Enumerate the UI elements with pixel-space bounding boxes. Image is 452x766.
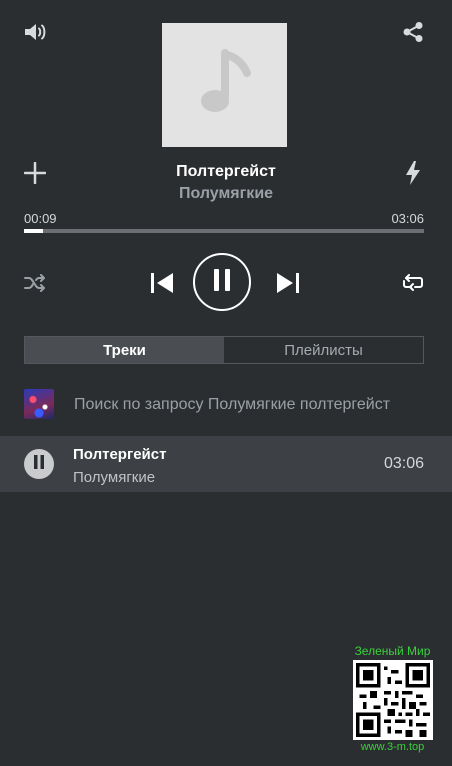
share-icon[interactable] [402,21,424,43]
skip-previous-icon[interactable] [150,272,174,294]
tab-playlists[interactable]: Плейлисты [224,337,423,363]
watermark: Зеленый Мир www.3-m.top [349,644,436,753]
track-duration: 03:06 [383,455,424,472]
current-time: 00:09 [24,211,57,226]
play-pause-button[interactable] [193,253,251,311]
track-title: Полтергейст [73,446,167,463]
track-artist: Полумягкие [73,469,156,486]
album-cover [162,23,287,147]
pause-icon [33,454,45,474]
tab-bar: Треки Плейлисты [24,336,424,364]
volume-icon[interactable] [24,22,48,42]
progress-bar[interactable] [24,229,424,233]
progress-fill [24,229,44,233]
shuffle-icon[interactable] [24,274,46,292]
tab-tracks[interactable]: Треки [25,337,224,363]
track-pause-button[interactable] [24,449,54,479]
watermark-top-text: Зеленый Мир [354,644,431,658]
total-time: 03:06 [391,211,424,226]
repeat-icon[interactable] [401,274,425,292]
now-playing-title: Полтергейст [176,163,276,180]
search-suggestion[interactable]: Поиск по запросу Полумягкие полтергейст [74,396,390,414]
watermark-bottom-text: www.3-m.top [360,741,425,753]
skip-next-icon[interactable] [276,272,300,294]
pause-icon [213,268,231,296]
music-note-icon [195,48,255,122]
qr-code [352,660,433,740]
now-playing-artist: Полумягкие [178,185,274,202]
search-thumbnail [24,389,54,419]
